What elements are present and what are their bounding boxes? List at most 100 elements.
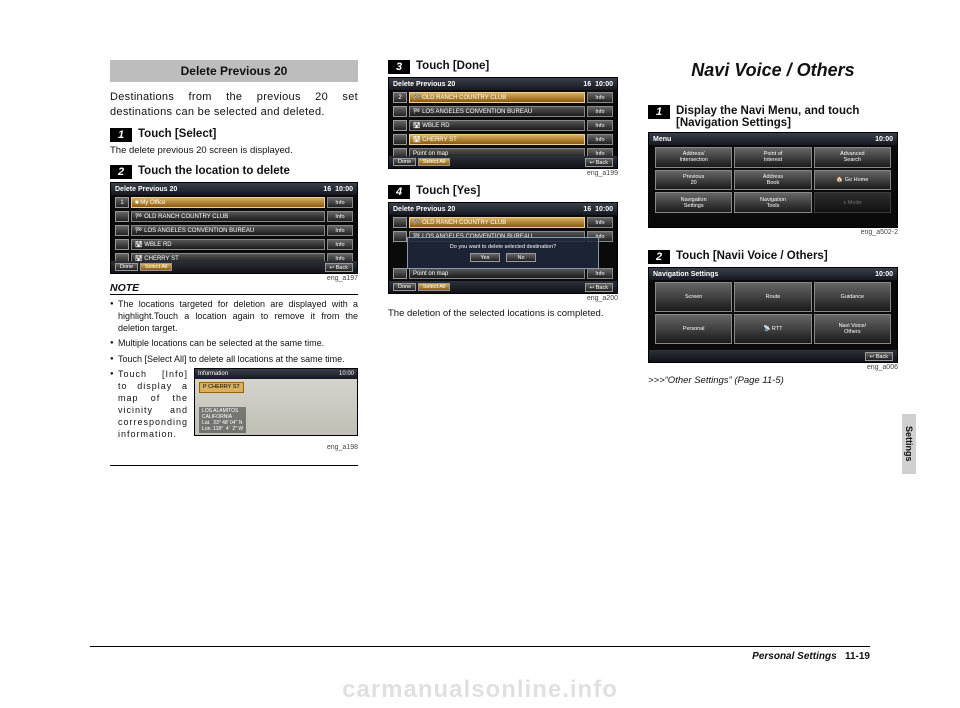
step-1: 1 Touch [Select] [110,128,358,142]
result-text: The deletion of the selected locations i… [388,308,618,320]
screenshot-nav-settings: Navigation Settings 10:00 Screen Route G… [648,267,898,363]
menu-tile[interactable]: NavigationTools [734,192,811,213]
step-badge: 1 [110,128,132,142]
screenshot-menu: Menu 10:00 Address/Intersection Point of… [648,132,898,228]
screenshot-time: 10:00 [875,271,893,278]
list-item[interactable]: Point on map [409,268,585,279]
menu-tile[interactable]: Navi Voice/Others [814,314,891,344]
yes-button[interactable]: Yes [470,253,500,262]
info-button[interactable]: Info [327,239,353,250]
list-item[interactable]: ■ My Office [131,197,325,208]
step-badge: 3 [388,60,410,74]
footer-page: 11-19 [845,651,870,662]
column-2: 3 Touch [Done] Delete Previous 20 16 10:… [388,60,618,466]
menu-tile[interactable]: Address/Intersection [655,147,732,168]
note-list: The locations targeted for deletion are … [110,298,358,441]
menu-tile[interactable]: Route [734,282,811,312]
info-button[interactable]: Info [327,211,353,222]
screenshot-botbar: Done Select All ↩ Back [389,281,617,293]
info-button[interactable]: Info [587,217,613,228]
note-heading: NOTE [110,282,358,295]
menu-tile[interactable]: Screen [655,282,732,312]
menu-tile[interactable]: NavigationSettings [655,192,732,213]
menu-tile[interactable]: Point ofInterest [734,147,811,168]
screenshot-title: Menu [653,136,671,143]
select-all-button[interactable]: Select All [418,158,451,166]
select-all-button[interactable]: Select All [140,263,173,271]
list-item[interactable]: 🛣 WBLE RD [131,239,325,250]
menu-tile[interactable]: Personal [655,314,732,344]
list-index [115,239,129,250]
back-button[interactable]: ↩ Back [585,283,613,292]
step-4: 4 Touch [Yes] [388,185,618,199]
menu-tile[interactable]: ≡ Mode [814,192,891,213]
screenshot-map: Information10:00 P CHERRY ST LOS ALAMITO… [194,368,358,436]
map-info: LOS ALAMITOSCALIFORNIALat. 33° 48' 04" N… [199,407,246,433]
info-button[interactable]: Info [587,92,613,103]
screenshot-confirm: Delete Previous 20 16 10:00 🏁 OLD RANCH … [388,202,618,294]
menu-tile[interactable]: 📡 RTT [734,314,811,344]
screenshot-botbar: ↩ Back [649,350,897,362]
note-item: Touch [Select All] to delete all locatio… [110,353,358,365]
menu-tile[interactable]: Guidance [814,282,891,312]
list-item[interactable]: 🏁 LOS ANGELES CONVENTION BUREAU [131,225,325,236]
done-button[interactable]: Done [115,263,138,271]
done-button[interactable]: Done [393,158,416,166]
info-button[interactable]: Info [327,225,353,236]
info-button[interactable]: Info [587,134,613,145]
step-badge: 2 [648,250,670,264]
crossref: >>>“Other Settings” (Page 11-5) [648,375,898,386]
step-label: Touch [Navii Voice / Others] [676,250,828,262]
back-button[interactable]: ↩ Back [325,263,353,272]
confirm-dialog: Do you want to delete selected destinati… [407,237,599,269]
step-1: 1 Display the Navi Menu, and touch [Navi… [648,105,898,129]
figure-caption: eng_a200 [388,295,618,302]
screenshot-title: Delete Previous 20 [393,81,455,88]
menu-tile[interactable]: Previous20 [655,170,732,191]
info-button[interactable]: Info [587,106,613,117]
screenshot-done: Delete Previous 20 16 10:00 2🏁 OLD RANCH… [388,77,618,169]
list-index [115,225,129,236]
menu-tile[interactable]: 🏠 Go Home [814,170,891,191]
intro-text: Destinations from the previous 20 set de… [110,90,358,120]
footer: Personal Settings 11-19 [90,646,870,662]
list-item[interactable]: 🏁 LOS ANGELES CONVENTION BUREAU [409,106,585,117]
menu-tile[interactable]: AdvancedSearch [814,147,891,168]
back-button[interactable]: ↩ Back [865,352,893,361]
info-button[interactable]: Info [327,197,353,208]
screenshot-topbar: Delete Previous 20 16 10:00 [389,78,617,90]
screenshot-topbar: Delete Previous 20 16 10:00 [389,203,617,215]
step-label: Touch [Done] [416,60,489,72]
no-button[interactable]: No [506,253,536,262]
select-all-button[interactable]: Select All [418,283,451,291]
footer-section: Personal Settings [752,651,836,662]
screenshot-topbar: Delete Previous 20 16 10:00 [111,183,357,195]
list-item[interactable]: 🛣 CHERRY ST [409,134,585,145]
note-info-text: Touch [Info] to display a map of the vic… [118,368,188,441]
screenshot-botbar: Done Select All ↩ Back [111,261,357,273]
step-label: Touch [Select] [138,128,216,140]
screenshot-meta: 16 10:00 [323,186,353,193]
list-item[interactable]: 🏁 OLD RANCH COUNTRY CLUB [409,92,585,103]
side-tab: Settings [902,414,916,474]
figure-caption: eng_a198 [110,444,358,451]
list-item[interactable]: 🏁 OLD RANCH COUNTRY CLUB [409,217,585,228]
figure-caption: eng_a197 [110,275,358,282]
info-button[interactable]: Info [587,120,613,131]
back-button[interactable]: ↩ Back [585,158,613,167]
list-item[interactable]: 🏁 OLD RANCH COUNTRY CLUB [131,211,325,222]
list-index: 1 [115,197,129,208]
figure-caption: eng_a199 [388,170,618,177]
done-button[interactable]: Done [393,283,416,291]
note-item: Touch [Info] to display a map of the vic… [110,368,358,441]
page: Delete Previous 20 Destinations from the… [0,0,960,466]
step-label: Touch [Yes] [416,185,480,197]
note-item: The locations targeted for deletion are … [110,298,358,334]
info-button[interactable]: Info [587,268,613,279]
menu-tile[interactable]: AddressBook [734,170,811,191]
list-item[interactable]: 🛣 WBLE RD [409,120,585,131]
step-3: 3 Touch [Done] [388,60,618,74]
note-divider [110,465,358,466]
figure-caption: eng_a006 [648,364,898,371]
screenshot-time: 10:00 [875,136,893,143]
